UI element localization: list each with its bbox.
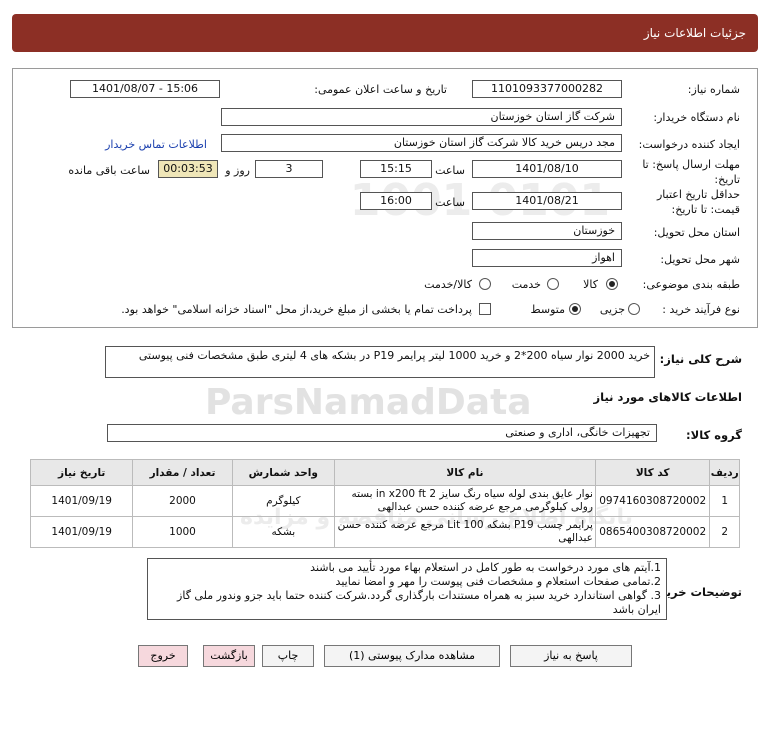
buyer-field: شرکت گاز استان خوزستان: [221, 108, 622, 126]
deadline-time-label: ساعت: [435, 164, 465, 177]
goods-group-label: گروه کالا:: [686, 428, 742, 442]
cell-qty: 1000: [132, 516, 233, 548]
cell-index: 2: [709, 516, 740, 548]
col-date: تاریخ نیاز: [29, 459, 134, 486]
watermark-brand: ParsNamadData: [205, 382, 532, 423]
notes-line-2: 2.تمامی صفحات استعلام و مشخصات فنی پیوست…: [335, 575, 661, 588]
notes-line-1: 1.آیتم های مورد درخواست به طور کامل در ا…: [310, 561, 661, 574]
cell-qty: 2000: [132, 485, 233, 517]
col-index: ردیف: [709, 459, 740, 486]
payment-text: پرداخت تمام یا بخشی از مبلغ خرید،از محل …: [121, 303, 472, 316]
items-table: ردیف کد کالا نام کالا واحد شمارش تعداد /…: [29, 459, 740, 548]
announce-field: 1401/08/07 - 15:06: [70, 80, 220, 98]
cell-date: 1401/09/19: [29, 485, 134, 517]
category-option-service: خدمت: [511, 278, 541, 291]
payment-checkbox[interactable]: [479, 303, 491, 315]
attachments-button[interactable]: مشاهده مدارک پیوستی (1): [324, 645, 500, 667]
time-remaining-field: 00:03:53: [158, 160, 218, 178]
cell-date: 1401/09/19: [29, 516, 134, 548]
table-row: 2 0865400308720002 پرایمر چسب P19 بشکه L…: [29, 516, 740, 548]
reply-button[interactable]: پاسخ به نیاز: [510, 645, 632, 667]
validity-date-field: 1401/08/21: [472, 192, 622, 210]
cell-code: 0865400308720002: [594, 516, 711, 548]
col-unit: واحد شمارش: [231, 459, 335, 486]
buyer-contact-link[interactable]: اطلاعات تماس خریدار: [105, 138, 207, 151]
process-radio-minor[interactable]: [628, 303, 640, 315]
cell-name: پرایمر چسب P19 بشکه Lit 100 مرجع عرضه کن…: [333, 516, 596, 548]
print-button[interactable]: چاپ: [262, 645, 314, 667]
validity-time-label: ساعت: [435, 196, 465, 209]
process-option-medium: متوسط: [530, 303, 565, 316]
province-field: خوزستان: [472, 222, 622, 240]
category-radio-service[interactable]: [547, 278, 559, 290]
page-title: جزئیات اطلاعات نیاز: [643, 26, 746, 40]
deadline-time-field: 15:15: [360, 160, 432, 178]
city-label: شهر محل تحویل:: [660, 253, 740, 266]
page-header: جزئیات اطلاعات نیاز: [12, 14, 758, 52]
creator-field: مجد دریس خرید کالا شرکت گاز استان خوزستا…: [221, 134, 622, 152]
back-button[interactable]: بازگشت: [203, 645, 255, 667]
category-option-goods: کالا: [583, 278, 598, 291]
need-number-label: شماره نیاز:: [687, 83, 740, 96]
process-option-minor: جزیی: [599, 303, 625, 316]
city-field: اهواز: [472, 249, 622, 267]
validity-time-field: 16:00: [360, 192, 432, 210]
description-label: شرح کلی نیاز:: [659, 352, 742, 366]
deadline-label: مهلت ارسال پاسخ: تا تاریخ:: [642, 158, 740, 186]
cell-code: 0974160308720002: [594, 485, 711, 517]
goods-group-field: تجهیزات خانگی، اداری و صنعتی: [107, 424, 657, 442]
category-radio-goods-service[interactable]: [479, 278, 491, 290]
validity-label: حداقل تاریخ اعتبار قیمت: تا تاریخ:: [656, 188, 740, 216]
time-remaining-label: ساعت باقی مانده: [68, 164, 150, 177]
deadline-date-field: 1401/08/10: [472, 160, 622, 178]
creator-label: ایجاد کننده درخواست:: [638, 138, 740, 151]
notes-line-3: 3. گواهی استاندارد خرید سبز به همراه مست…: [177, 589, 661, 616]
goods-section-title: اطلاعات کالاهای مورد نیاز: [593, 390, 742, 404]
need-number-field: 1101093377000282: [472, 80, 622, 98]
cell-unit: کیلوگرم: [231, 485, 335, 517]
col-name: نام کالا: [333, 459, 596, 486]
announce-label: تاریخ و ساعت اعلان عمومی:: [314, 83, 447, 96]
exit-button[interactable]: خروج: [138, 645, 188, 667]
cell-index: 1: [709, 485, 740, 517]
col-qty: تعداد / مقدار: [132, 459, 233, 486]
process-radio-medium[interactable]: [569, 303, 581, 315]
category-radio-goods[interactable]: [606, 278, 618, 290]
category-label: طبقه بندی موضوعی:: [642, 278, 740, 291]
province-label: استان محل تحویل:: [653, 226, 740, 239]
description-text: خرید 2000 نوار سیاه 200*2 و خرید 1000 لی…: [105, 346, 655, 378]
process-label: نوع فرآیند خرید :: [662, 303, 740, 316]
days-label: روز و: [225, 164, 250, 177]
cell-unit: بشکه: [231, 516, 335, 548]
cell-name: نوار عایق بندی لوله سیاه رنگ سایز in x20…: [333, 485, 596, 517]
col-code: کد کالا: [594, 459, 711, 486]
category-option-goods-service: کالا/خدمت: [424, 278, 472, 291]
table-row: 1 0974160308720002 نوار عایق بندی لوله س…: [29, 485, 740, 517]
buyer-label: نام دستگاه خریدار:: [653, 111, 740, 124]
days-remaining-field: 3: [255, 160, 323, 178]
notes-box: 1.آیتم های مورد درخواست به طور کامل در ا…: [147, 558, 667, 620]
items-table-header: ردیف کد کالا نام کالا واحد شمارش تعداد /…: [29, 459, 740, 486]
